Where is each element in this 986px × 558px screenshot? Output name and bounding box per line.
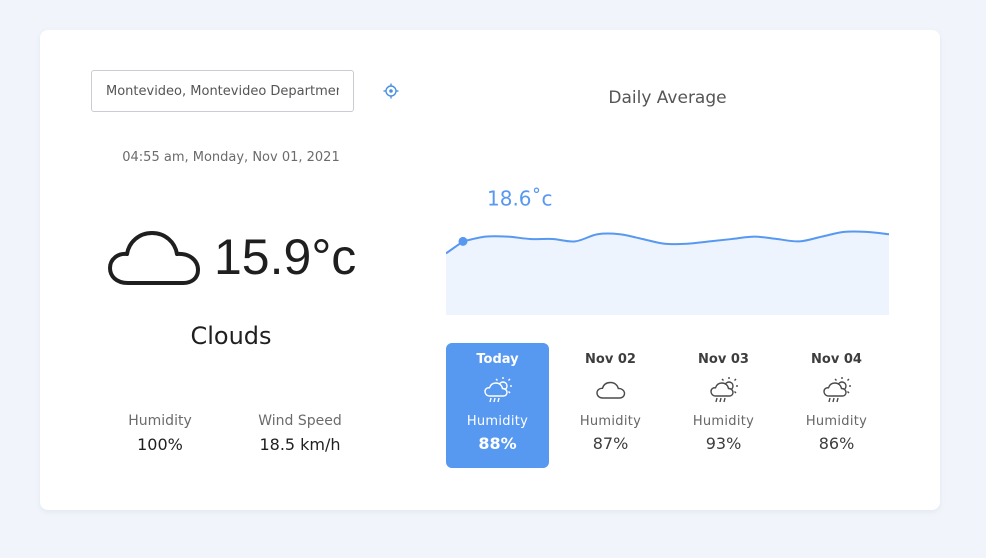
forecast-humidity-label: Humidity: [692, 414, 755, 429]
weather-card: 04:55 am, Monday, Nov 01, 2021 15.9°c Cl…: [40, 30, 940, 510]
current-weather: 15.9°c: [108, 222, 356, 292]
city-search-input[interactable]: [91, 70, 354, 112]
rain-sun-cloud-icon: [483, 377, 512, 403]
rain-sun-cloud-icon: [822, 377, 851, 403]
forecast-humidity-value: 87%: [592, 434, 629, 453]
current-datetime: 04:55 am, Monday, Nov 01, 2021: [122, 150, 340, 165]
forecast-humidity-value: 86%: [818, 434, 855, 453]
forecast-day-name: Nov 02: [585, 352, 636, 367]
cloud-icon: [595, 381, 625, 399]
forecast-day-name: Nov 04: [811, 352, 862, 367]
wind-speed-value: 18.5 km/h: [259, 435, 341, 454]
weather-condition: Clouds: [190, 322, 272, 350]
chart-title: Daily Average: [608, 88, 727, 108]
locate-button[interactable]: [380, 80, 402, 102]
forecast-day-today[interactable]: Today Humidity 88%: [446, 343, 549, 468]
daily-average-chart: 18.6˚c: [446, 186, 889, 315]
wind-speed-stat: Wind Speed 18.5 km/h: [245, 413, 355, 454]
cloud-icon: [108, 231, 200, 285]
forecast-humidity-label: Humidity: [579, 414, 642, 429]
wind-speed-label: Wind Speed: [258, 413, 342, 429]
forecast-humidity-value: 93%: [705, 434, 742, 453]
humidity-value: 100%: [137, 435, 183, 454]
forecast-humidity-label: Humidity: [466, 414, 529, 429]
humidity-label: Humidity: [128, 413, 192, 429]
chart-highlight-point: [458, 236, 468, 246]
locate-crosshair-icon: [383, 83, 399, 99]
forecast-day-nov-02[interactable]: Nov 02 Humidity 87%: [559, 343, 662, 468]
forecast-humidity-value: 88%: [478, 434, 517, 453]
forecast-day-name: Today: [476, 352, 519, 367]
chart-annotation-label: 18.6˚c: [487, 186, 553, 210]
forecast-day-nov-03[interactable]: Nov 03 Humidity 93%: [672, 343, 775, 468]
forecast-day-name: Nov 03: [698, 352, 749, 367]
humidity-stat: Humidity 100%: [120, 413, 200, 454]
current-temperature: 15.9°c: [214, 229, 357, 285]
forecast-day-nov-04[interactable]: Nov 04 Humidity 86%: [785, 343, 888, 468]
rain-sun-cloud-icon: [709, 377, 738, 403]
forecast-humidity-label: Humidity: [805, 414, 868, 429]
